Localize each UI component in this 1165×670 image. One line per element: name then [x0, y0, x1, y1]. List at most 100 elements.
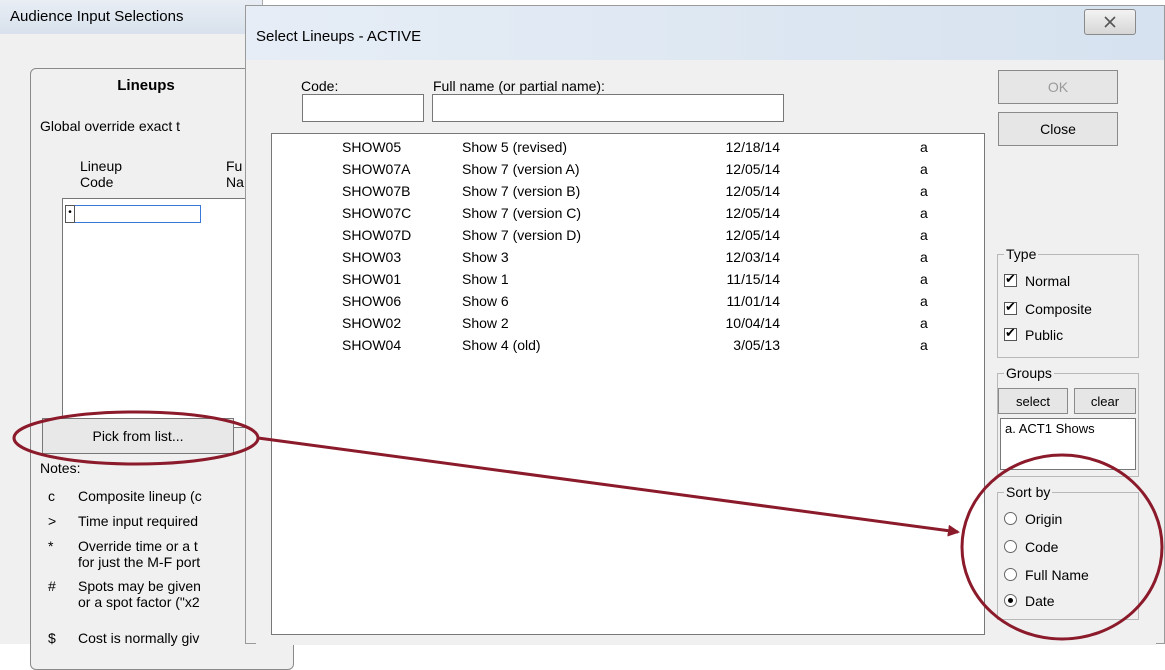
lineup-code: SHOW07B [342, 183, 411, 199]
lineup-flag: a [920, 315, 928, 331]
list-item[interactable]: SHOW02 Show 2 10/04/14 a [272, 312, 984, 334]
note-symbol: c [48, 488, 55, 504]
lineup-name: Show 2 [462, 315, 509, 331]
lineup-date: 10/04/14 [725, 315, 781, 331]
close-icon [1104, 16, 1116, 28]
list-item[interactable]: SHOW07D Show 7 (version D) 12/05/14 a [272, 224, 984, 246]
groups-group-legend: Groups [1004, 365, 1054, 381]
radio-label: Full Name [1025, 567, 1089, 583]
lineup-code-header: Lineup Code [80, 158, 122, 190]
lineup-name: Show 7 (version B) [462, 183, 581, 199]
list-item[interactable]: SHOW07B Show 7 (version B) 12/05/14 a [272, 180, 984, 202]
note-text-line2: for just the M-F port [78, 554, 201, 570]
lineup-name: Show 7 (version C) [462, 205, 582, 221]
radio-empty-icon [1004, 568, 1017, 581]
list-item[interactable]: SHOW07A Show 7 (version A) 12/05/14 a [272, 158, 984, 180]
lineup-date: 11/15/14 [726, 271, 780, 287]
lineup-flag: a [920, 337, 928, 353]
lineup-flag: a [920, 227, 928, 243]
sort-date-radio[interactable]: Date [1004, 593, 1055, 609]
lineups-panel-title: Lineups [117, 77, 175, 94]
groups-list-item[interactable]: a. ACT1 Shows [1001, 419, 1135, 438]
lineup-code: SHOW01 [342, 271, 402, 287]
lineup-name: Show 6 [462, 293, 509, 309]
lineup-date: 12/05/14 [725, 227, 781, 243]
radio-empty-icon [1004, 512, 1017, 525]
full-name-header: Fu Na [226, 158, 244, 190]
list-item[interactable]: SHOW07C Show 7 (version C) 12/05/14 a [272, 202, 984, 224]
type-composite-checkbox[interactable]: ✔ Composite [1004, 299, 1092, 317]
checkbox-checked-icon: ✔ [1004, 299, 1017, 315]
radio-label: Date [1025, 593, 1055, 609]
lineup-date: 11/01/14 [726, 293, 780, 309]
lineup-code-header-line2: Code [80, 174, 114, 190]
lineup-flag: a [920, 249, 928, 265]
lineup-code-edit-cell[interactable] [65, 205, 201, 223]
radio-label: Origin [1025, 511, 1063, 527]
list-item[interactable]: SHOW03 Show 3 12/03/14 a [272, 246, 984, 268]
type-normal-checkbox[interactable]: ✔ Normal [1004, 271, 1070, 289]
type-group: Type ✔ Normal ✔ Composite ✔ Public [997, 246, 1139, 358]
fullname-input[interactable] [432, 94, 784, 122]
lineups-results-list[interactable]: SHOW05 Show 5 (revised) 12/18/14 a SHOW0… [271, 133, 985, 635]
close-button[interactable]: Close [998, 112, 1118, 146]
checkbox-checked-icon: ✔ [1004, 271, 1017, 287]
lineup-date: 12/05/14 [725, 183, 781, 199]
lineup-date: 3/05/13 [733, 337, 780, 353]
groups-clear-button[interactable]: clear [1074, 388, 1136, 414]
lineup-flag: a [920, 183, 928, 199]
sort-fullname-radio[interactable]: Full Name [1004, 567, 1089, 583]
list-item[interactable]: SHOW01 Show 1 11/15/14 a [272, 268, 984, 290]
lineup-date: 12/18/14 [725, 139, 781, 155]
lineup-code: SHOW06 [342, 293, 402, 309]
note-symbol: > [48, 513, 57, 529]
list-item[interactable]: SHOW06 Show 6 11/01/14 a [272, 290, 984, 312]
checkbox-label: Public [1025, 327, 1064, 343]
checkbox-checked-icon: ✔ [1004, 325, 1017, 341]
dialog-titlebar: Select Lineups - ACTIVE [246, 6, 1164, 60]
groups-listbox[interactable]: a. ACT1 Shows [1000, 418, 1136, 470]
background-window-title: Audience Input Selections [10, 8, 184, 25]
sort-origin-radio[interactable]: Origin [1004, 511, 1062, 527]
note-text: Composite lineup (c [78, 488, 202, 504]
fullname-label: Full name (or partial name): [433, 78, 605, 94]
dialog-client-area: Code: Full name (or partial name): SHOW0… [256, 60, 1156, 645]
sort-by-legend: Sort by [1004, 484, 1053, 500]
groups-group: Groups select clear a. ACT1 Shows [997, 365, 1139, 477]
list-item[interactable]: SHOW05 Show 5 (revised) 12/18/14 a [272, 136, 984, 158]
lineup-name: Show 5 (revised) [462, 139, 568, 155]
dialog-title: Select Lineups - ACTIVE [256, 28, 422, 45]
type-public-checkbox[interactable]: ✔ Public [1004, 325, 1064, 343]
note-text-line2: or a spot factor ("x2 [78, 594, 200, 610]
code-input[interactable] [302, 94, 424, 122]
row-marker-icon: • [65, 205, 75, 223]
radio-label: Code [1025, 539, 1059, 555]
list-item[interactable]: SHOW04 Show 4 (old) 3/05/13 a [272, 334, 984, 356]
close-window-button[interactable] [1084, 9, 1136, 35]
radio-empty-icon [1004, 540, 1017, 553]
lineup-code: SHOW03 [342, 249, 402, 265]
lineup-name: Show 7 (version A) [462, 161, 580, 177]
lineup-name: Show 3 [462, 249, 509, 265]
lineup-code: SHOW07A [342, 161, 411, 177]
lineup-date: 12/05/14 [725, 161, 781, 177]
sort-code-radio[interactable]: Code [1004, 539, 1058, 555]
groups-select-button[interactable]: select [998, 388, 1068, 414]
background-titlebar: Audience Input Selections [0, 0, 262, 34]
type-group-legend: Type [1004, 246, 1039, 262]
select-lineups-dialog: Select Lineups - ACTIVE Code: Full name … [245, 5, 1165, 645]
ok-button[interactable]: OK [998, 70, 1118, 104]
lineups-listbox[interactable]: • [62, 198, 264, 428]
lineup-code: SHOW04 [342, 337, 402, 353]
lineup-date: 12/05/14 [725, 205, 781, 221]
lineup-code: SHOW02 [342, 315, 402, 331]
pick-from-list-button[interactable]: Pick from list... [42, 418, 234, 454]
note-text: Time input required [78, 513, 199, 529]
lineup-flag: a [920, 293, 928, 309]
notes-label: Notes: [40, 460, 81, 476]
lineup-code-header-line1: Lineup [80, 158, 123, 174]
lineup-code: SHOW07D [342, 227, 412, 243]
lineup-name: Show 7 (version D) [462, 227, 582, 243]
sort-by-group: Sort by Origin Code Full Name Date [997, 484, 1139, 620]
lineup-flag: a [920, 205, 928, 221]
